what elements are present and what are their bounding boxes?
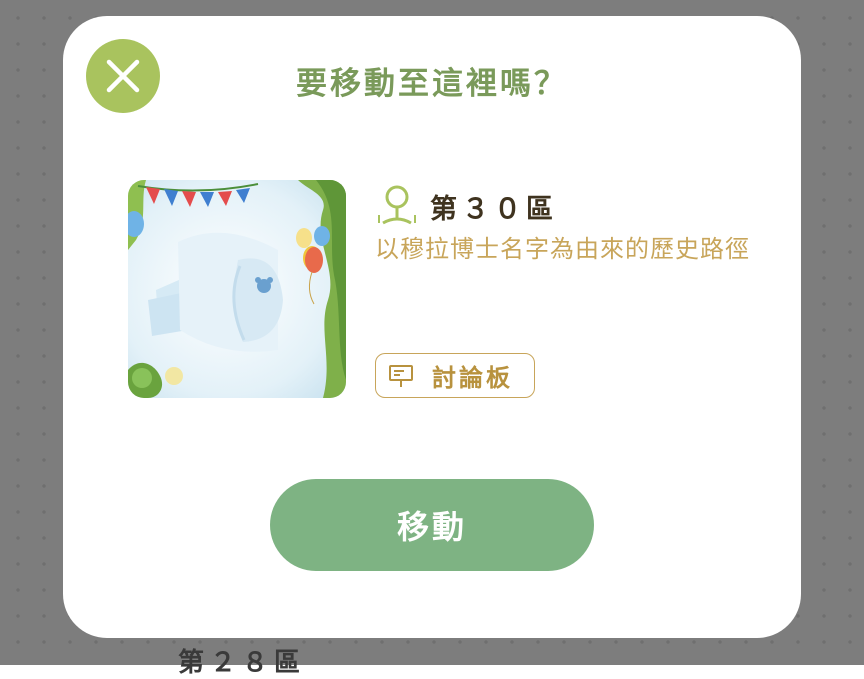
background-zone-label: 第２８區: [178, 648, 307, 678]
zone-name: 第３０區: [430, 194, 558, 225]
zone-description: 以穆拉博士名字為由來的歷史路徑: [375, 235, 750, 263]
forum-button[interactable]: 討論板: [375, 353, 535, 398]
signboard-icon: [389, 364, 413, 387]
zone-thumbnail: [128, 180, 346, 398]
forum-button-label: 討論板: [432, 364, 513, 392]
dialog-title: 要移動至這裡嗎？: [296, 66, 568, 102]
move-button-label: 移動: [396, 508, 467, 546]
move-button[interactable]: 移動: [270, 479, 594, 571]
landmark-sign-icon: [378, 185, 416, 225]
